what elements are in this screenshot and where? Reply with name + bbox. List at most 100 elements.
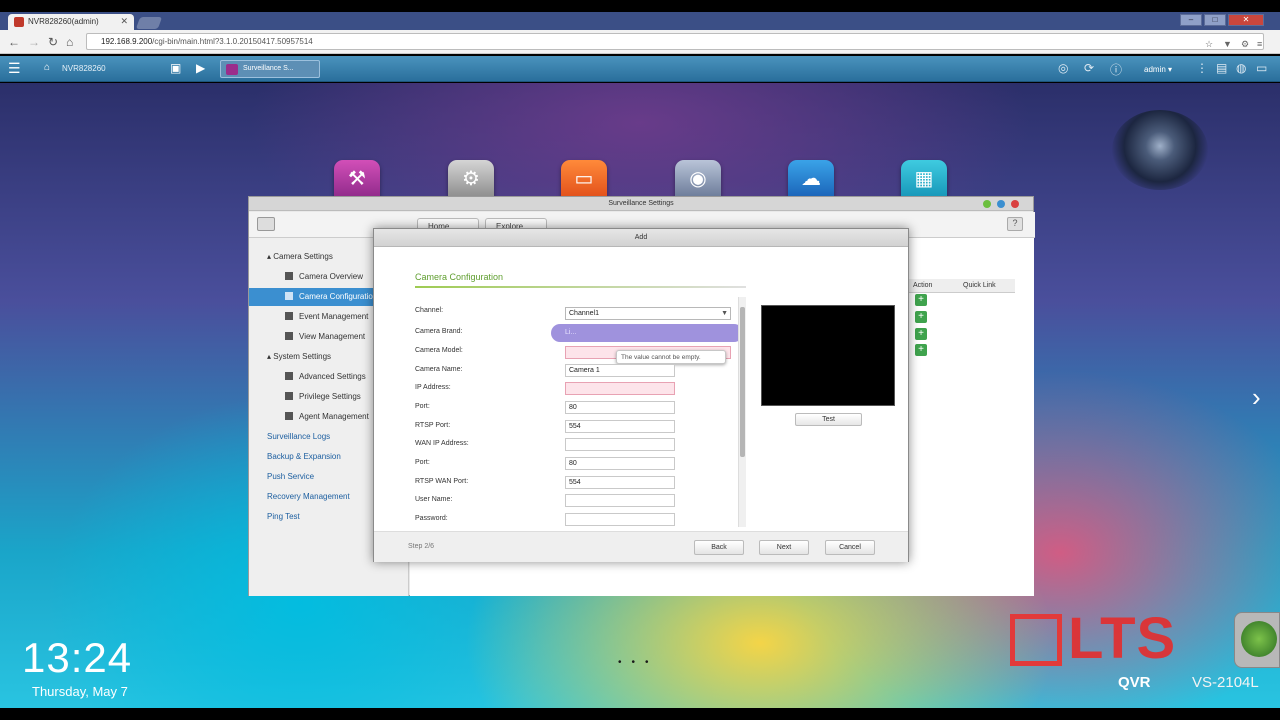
show-desktop-icon[interactable]: ▣ — [170, 61, 181, 75]
cloud-link-icon[interactable]: ☁ — [788, 160, 834, 198]
play-icon[interactable]: ▶ — [196, 61, 205, 75]
menu-icon[interactable]: ≡ — [1257, 39, 1262, 49]
model-number: VS-2104L — [1192, 674, 1259, 691]
privilege-settings-icon — [285, 392, 293, 400]
ip-address-label: IP Address: — [415, 384, 451, 391]
extension-icon[interactable]: ▼ — [1223, 39, 1232, 49]
add-camera-icon[interactable]: + — [915, 294, 927, 306]
language-icon[interactable]: ◍ — [1236, 61, 1246, 75]
taskbar-app-surveillance[interactable]: Surveillance S... — [220, 60, 320, 78]
browser-tab-strip: NVR828260(admin) ✕ – □ ✕ — [0, 12, 1280, 30]
ip-address-input[interactable] — [565, 382, 675, 395]
camera-name-input[interactable]: Camera 1 — [565, 364, 675, 377]
url-host: 192.168.9.200 — [101, 37, 153, 46]
add-camera-icon[interactable]: + — [915, 311, 927, 323]
port-input[interactable]: 80 — [565, 401, 675, 414]
section-title: Camera Configuration — [415, 272, 504, 282]
sidebar-item-label: Camera Settings — [273, 252, 333, 261]
dashboard-widget[interactable] — [1234, 612, 1280, 668]
window-close-icon[interactable] — [1011, 200, 1019, 208]
next-desktop-arrow-icon[interactable]: › — [1252, 382, 1261, 413]
sidebar-item-label: Agent Management — [299, 412, 369, 421]
surveillance-station-icon[interactable]: ⚒ — [334, 160, 380, 198]
add-camera-icon[interactable]: + — [915, 328, 927, 340]
advanced-settings-icon — [285, 372, 293, 380]
user-name-label: User Name: — [415, 496, 453, 503]
channel-select[interactable]: Channel1 ▼ — [565, 307, 731, 320]
url-path: /cgi-bin/main.html?3.1.0.20150417.509575… — [152, 37, 313, 46]
add-camera-icon[interactable]: + — [915, 344, 927, 356]
password-label: Password: — [415, 515, 448, 522]
wan-ip-address-input[interactable] — [565, 438, 675, 451]
section-divider — [415, 286, 746, 288]
camera-model-label: Camera Model: — [415, 347, 463, 354]
app-center-icon[interactable]: ▦ — [901, 160, 947, 198]
bookmark-star-icon[interactable]: ☆ — [1205, 39, 1213, 50]
window-minimize-icon[interactable] — [983, 200, 991, 208]
sidebar-item-label: Event Management — [299, 312, 369, 321]
form-scrollbar[interactable] — [738, 297, 746, 527]
sidebar-item-label: Camera Configuration — [299, 292, 378, 301]
forward-arrow-icon[interactable]: → — [28, 35, 40, 49]
camera-overview-icon — [285, 272, 293, 280]
control-panel-icon[interactable]: ⚙ — [448, 160, 494, 198]
letterbox-bar — [0, 708, 1280, 720]
sidebar-toggle-icon[interactable] — [257, 217, 275, 231]
file-station-icon[interactable]: ▭ — [561, 160, 607, 198]
step-indicator: Step 2/6 — [408, 543, 435, 550]
test-button[interactable]: Test — [795, 413, 862, 426]
new-tab-button[interactable] — [135, 17, 163, 29]
camera-brand-label: Camera Brand: — [415, 328, 463, 335]
browser-tab[interactable]: NVR828260(admin) ✕ — [8, 14, 134, 30]
camera-brand-select[interactable]: Li... — [551, 324, 743, 342]
search-icon[interactable]: ◎ — [1058, 61, 1068, 75]
minimize-window-button[interactable]: – — [1180, 14, 1202, 26]
channel-value: Channel1 — [569, 310, 599, 317]
monitor-icon[interactable]: ▭ — [1256, 61, 1267, 75]
main-menu-icon[interactable]: ☰ — [8, 61, 26, 77]
desktop-home-icon[interactable]: ⌂ — [44, 62, 50, 73]
port-label: Port: — [415, 403, 430, 410]
back-arrow-icon[interactable]: ← — [8, 35, 20, 49]
close-tab-icon[interactable]: ✕ — [120, 16, 128, 27]
camera-lens-graphic — [1112, 110, 1208, 190]
screen: NVR828260(admin) ✕ – □ ✕ ← → ↻ ⌂ 192.168… — [0, 0, 1280, 720]
wan-port-input[interactable]: 80 — [565, 457, 675, 470]
validation-tooltip: The value cannot be empty. — [616, 350, 726, 364]
scrollbar-thumb[interactable] — [740, 307, 745, 457]
user-name-input[interactable] — [565, 494, 675, 507]
notes-icon[interactable]: ▤ — [1216, 61, 1227, 75]
browser-toolbar: ← → ↻ ⌂ 192.168.9.200/cgi-bin/main.html?… — [0, 30, 1280, 54]
agent-management-icon — [285, 412, 293, 420]
options-icon[interactable]: ⋮ — [1196, 61, 1208, 75]
settings-icon[interactable]: ⚙ — [1241, 39, 1249, 50]
rtsp-port-input[interactable]: 554 — [565, 420, 675, 433]
storage-manager-icon[interactable]: ◉ — [675, 160, 721, 198]
settings-window-title: Surveillance Settings — [249, 197, 1033, 211]
close-window-button[interactable]: ✕ — [1228, 14, 1264, 26]
password-input[interactable] — [565, 513, 675, 526]
cancel-button[interactable]: Cancel — [825, 540, 875, 555]
browser-tab-title: NVR828260(admin) — [28, 17, 99, 26]
rtsp-wan-port-input[interactable]: 554 — [565, 476, 675, 489]
site-favicon-icon — [14, 17, 24, 27]
wan-port-label: Port: — [415, 459, 430, 466]
reload-icon[interactable]: ↻ — [48, 35, 58, 49]
user-menu[interactable]: admin ▾ — [1144, 65, 1172, 74]
help-icon[interactable]: ? — [1007, 217, 1023, 231]
window-maximize-icon[interactable] — [997, 200, 1005, 208]
lts-logo: LTS — [1010, 608, 1210, 670]
info-icon[interactable]: ⓘ — [1110, 61, 1122, 78]
maximize-window-button[interactable]: □ — [1204, 14, 1226, 26]
address-bar-input[interactable]: 192.168.9.200/cgi-bin/main.html?3.1.0.20… — [86, 33, 1264, 50]
event-management-icon — [285, 312, 293, 320]
rtsp-wan-port-label: RTSP WAN Port: — [415, 478, 469, 485]
desktop-page-indicator[interactable]: ••• — [618, 657, 659, 668]
background-tasks-icon[interactable]: ⟳ — [1084, 61, 1094, 75]
rtsp-port-label: RTSP Port: — [415, 422, 451, 429]
next-button[interactable]: Next — [759, 540, 809, 555]
back-button[interactable]: Back — [694, 540, 744, 555]
sidebar-item-label: View Management — [299, 332, 366, 341]
home-icon[interactable]: ⌂ — [66, 35, 73, 49]
column-header-quick-link: Quick Link — [959, 279, 1015, 293]
